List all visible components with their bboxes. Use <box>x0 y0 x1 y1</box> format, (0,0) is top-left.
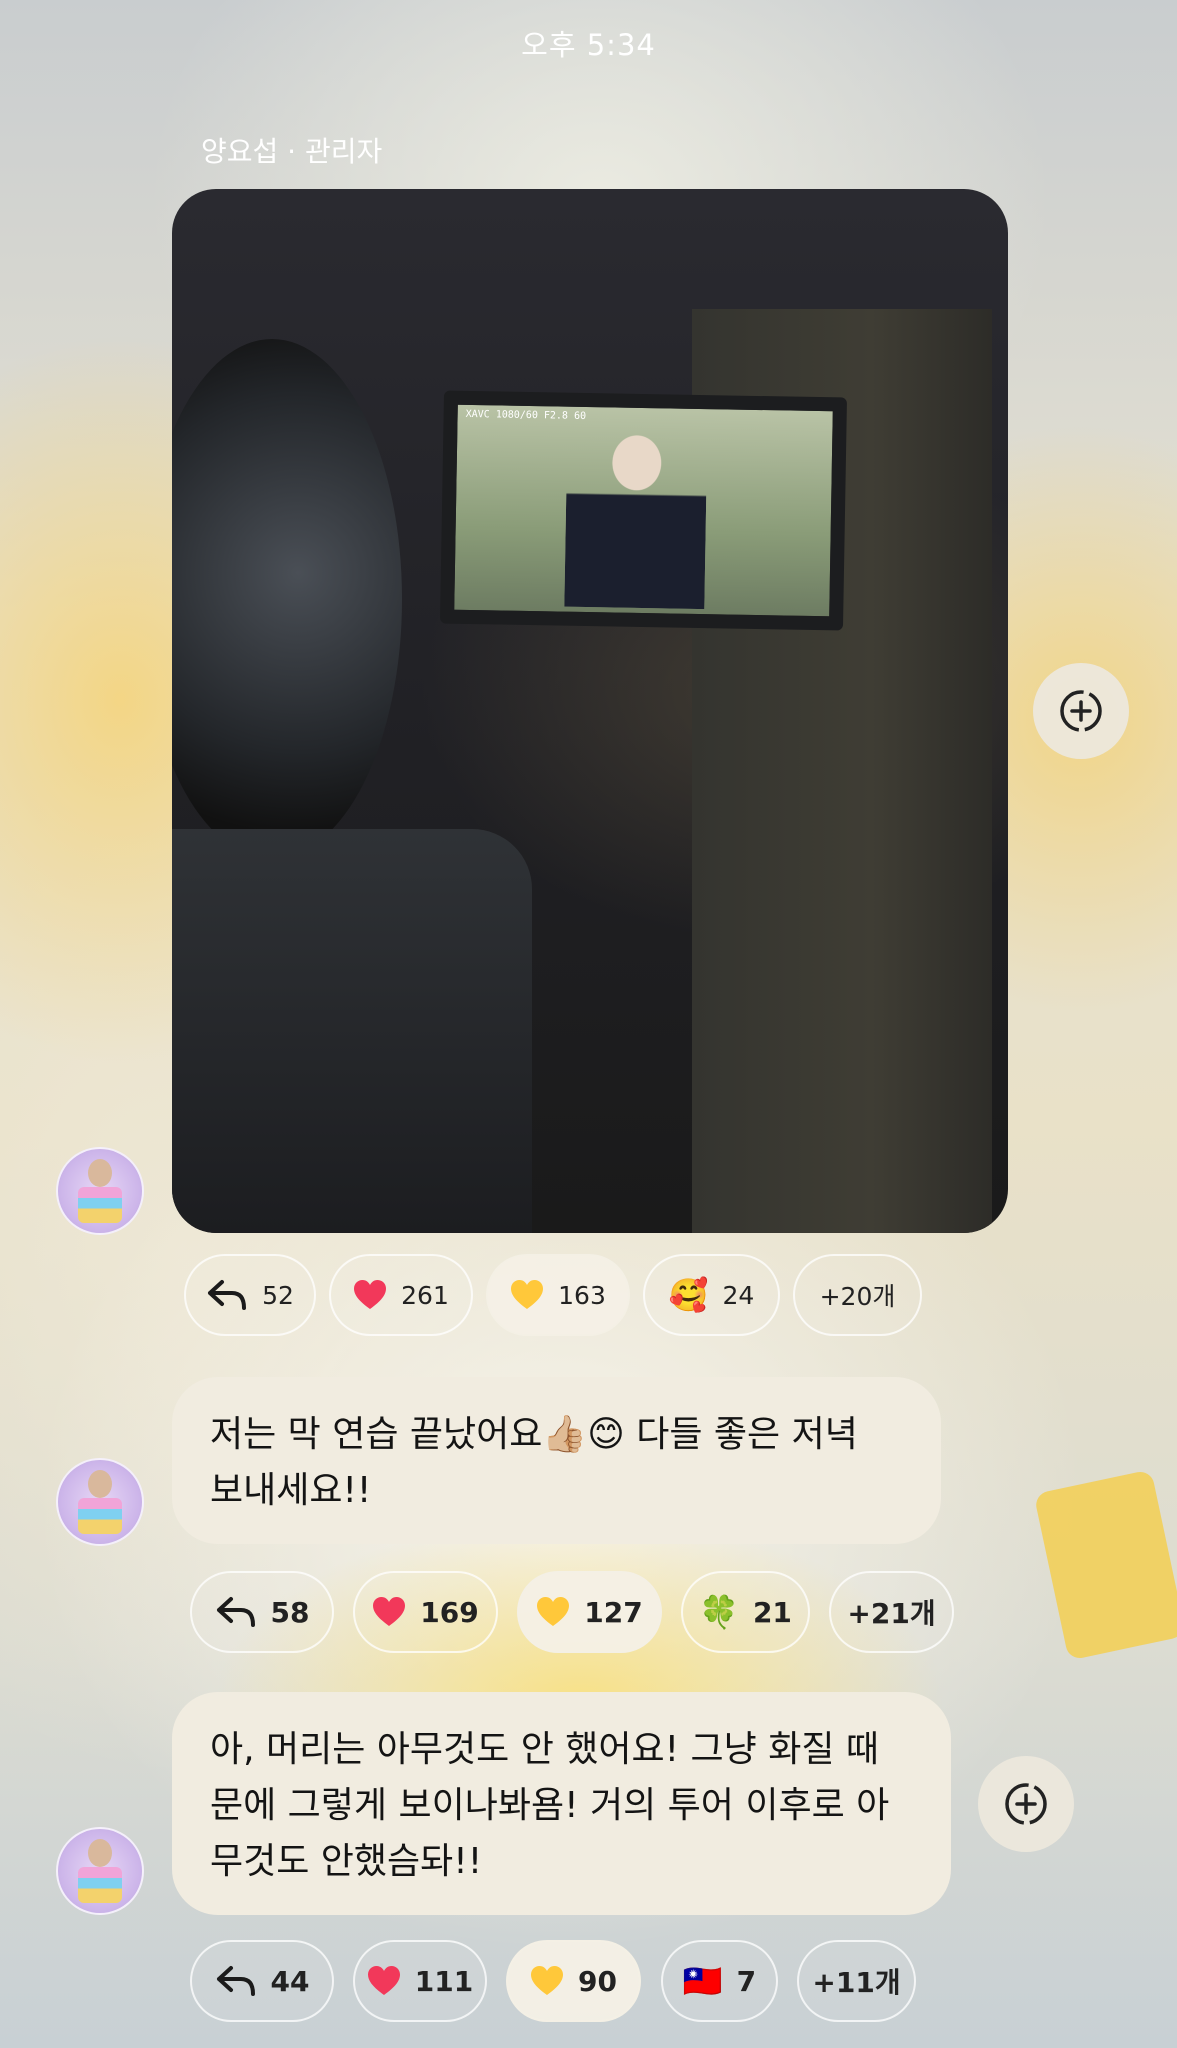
reaction-chip-taiwan-flag[interactable]: 🇹🇼 7 <box>661 1940 778 2022</box>
add-reaction-button[interactable] <box>1033 663 1129 759</box>
more-reactions-label: +11개 <box>812 1966 901 1999</box>
photo-tripod <box>172 829 532 1233</box>
reaction-count: 127 <box>584 1595 643 1629</box>
message-text: 저는 막 연습 끝났어요👍🏼😊 다들 좋은 저녁 보내세요!! <box>210 1414 858 1511</box>
red-heart-icon <box>367 1965 401 1997</box>
reply-count: 58 <box>270 1595 310 1629</box>
reply-arrow-icon <box>208 1280 247 1310</box>
taiwan-flag-icon: 🇹🇼 <box>682 1962 723 2000</box>
photo-camera-screen: XAVC 1080/60 F2.8 60 <box>439 390 848 631</box>
more-reactions-label: +20개 <box>819 1282 896 1311</box>
four-leaf-clover-icon: 🍀 <box>699 1593 739 1631</box>
add-circle-icon <box>1005 1783 1047 1825</box>
photo-person <box>564 416 708 610</box>
avatar-face <box>88 1470 112 1498</box>
add-circle-icon <box>1060 690 1102 732</box>
status-bar-time: 오후 5:34 <box>521 28 656 62</box>
red-heart-icon <box>372 1596 406 1628</box>
reaction-count: 90 <box>578 1964 617 1998</box>
add-reaction-button[interactable] <box>978 1756 1074 1852</box>
more-reactions-button[interactable]: +11개 <box>797 1940 916 2022</box>
reaction-count: 7 <box>736 1964 757 1998</box>
reactions-row-message-2: 44 111 90 🇹🇼 7 +11개 <box>0 1940 1177 2024</box>
sender-avatar[interactable] <box>56 1458 144 1546</box>
reply-button[interactable]: 44 <box>190 1940 334 2022</box>
sender-name: 양요섭 · 관리자 <box>201 135 383 168</box>
camera-hud-text: XAVC 1080/60 F2.8 60 <box>465 408 587 422</box>
reaction-count: 163 <box>558 1280 606 1310</box>
reaction-chip-red-heart[interactable]: 169 <box>353 1571 498 1653</box>
more-reactions-button[interactable]: +21개 <box>829 1571 954 1653</box>
reaction-chip-red-heart[interactable]: 111 <box>353 1940 487 2022</box>
more-reactions-button[interactable]: +20개 <box>793 1254 922 1336</box>
yellow-heart-icon <box>510 1279 544 1311</box>
message-text: 아, 머리는 아무것도 안 했어요! 그냥 화질 때문에 그렇게 보이나봐욤! … <box>210 1729 890 1882</box>
more-reactions-label: +21개 <box>847 1597 936 1630</box>
reaction-chip-yellow-heart[interactable]: 90 <box>506 1940 641 2022</box>
reaction-count: 24 <box>722 1280 755 1310</box>
reaction-chip-yellow-heart[interactable]: 127 <box>517 1571 662 1653</box>
photo-message[interactable]: XAVC 1080/60 F2.8 60 <box>172 189 1008 1233</box>
message-bubble[interactable]: 아, 머리는 아무것도 안 했어요! 그냥 화질 때문에 그렇게 보이나봐욤! … <box>172 1692 951 1915</box>
reaction-count: 261 <box>401 1280 449 1310</box>
yellow-heart-icon <box>530 1965 564 1997</box>
reply-count: 52 <box>262 1280 294 1310</box>
avatar-face <box>88 1159 112 1187</box>
avatar-cake <box>78 1187 122 1223</box>
reply-button[interactable]: 58 <box>190 1571 334 1653</box>
reactions-row-photo: 52 261 163 🥰 24 +20개 <box>0 1254 1177 1338</box>
reaction-chip-red-heart[interactable]: 261 <box>329 1254 473 1336</box>
red-heart-icon <box>353 1279 387 1311</box>
reaction-count: 111 <box>414 1964 474 1998</box>
reply-count: 44 <box>270 1964 310 1998</box>
sender-avatar[interactable] <box>56 1827 144 1915</box>
reaction-count: 21 <box>752 1595 792 1629</box>
reactions-row-message-1: 58 169 127 🍀 21 +21개 <box>0 1571 1177 1655</box>
sender-avatar[interactable] <box>56 1147 144 1235</box>
reaction-chip-yellow-heart[interactable]: 163 <box>486 1254 630 1336</box>
reply-button[interactable]: 52 <box>184 1254 316 1336</box>
reply-arrow-icon <box>216 1597 255 1627</box>
reaction-chip-smiling-hearts[interactable]: 🥰 24 <box>643 1254 780 1336</box>
avatar-cake <box>78 1867 122 1903</box>
avatar-cake <box>78 1498 122 1534</box>
reaction-count: 169 <box>420 1595 479 1629</box>
reaction-chip-clover[interactable]: 🍀 21 <box>681 1571 810 1653</box>
yellow-heart-icon <box>536 1596 570 1628</box>
reply-arrow-icon <box>216 1966 255 1996</box>
photo-camera-lens <box>172 339 402 859</box>
message-bubble[interactable]: 저는 막 연습 끝났어요👍🏼😊 다들 좋은 저녁 보내세요!! <box>172 1377 941 1544</box>
avatar-face <box>88 1839 112 1867</box>
smiling-face-hearts-icon: 🥰 <box>668 1276 709 1314</box>
